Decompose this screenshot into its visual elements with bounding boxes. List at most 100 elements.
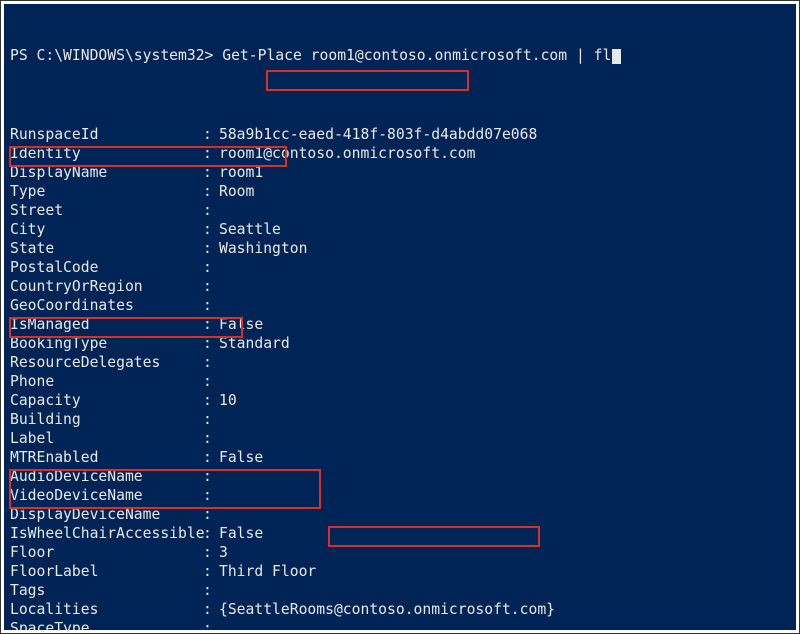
output-row: IsWheelChairAccessible: False: [10, 524, 794, 543]
property-key: Type: [10, 182, 203, 201]
colon: :: [203, 353, 219, 372]
property-value: False: [219, 315, 263, 334]
colon: :: [203, 467, 219, 486]
output-row: Floor: 3: [10, 543, 794, 562]
colon: :: [203, 239, 219, 258]
property-key: State: [10, 239, 203, 258]
property-key: BookingType: [10, 334, 203, 353]
colon: :: [203, 543, 219, 562]
property-key: City: [10, 220, 203, 239]
colon: :: [203, 486, 219, 505]
property-key: DisplayName: [10, 163, 203, 182]
property-key: CountryOrRegion: [10, 277, 203, 296]
colon: :: [203, 429, 219, 448]
colon: :: [203, 372, 219, 391]
highlight-box: [266, 70, 469, 91]
property-value: Standard: [219, 334, 290, 353]
property-key: DisplayDeviceName: [10, 505, 203, 524]
property-key: Building: [10, 410, 203, 429]
property-value: Room: [219, 182, 254, 201]
property-key: MTREnabled: [10, 448, 203, 467]
prompt-command: Get-Place room1@contoso.onmicrosoft.com …: [222, 47, 611, 64]
output-row: Street:: [10, 201, 794, 220]
property-value: room1: [219, 163, 263, 182]
colon: :: [203, 163, 219, 182]
property-value: {SeattleRooms@contoso.onmicrosoft.com}: [219, 600, 555, 619]
property-key: AudioDeviceName: [10, 467, 203, 486]
property-key: Phone: [10, 372, 203, 391]
property-key: Capacity: [10, 391, 203, 410]
colon: :: [203, 182, 219, 201]
output-row: DisplayName: room1: [10, 163, 794, 182]
output-row: Tags:: [10, 581, 794, 600]
colon: :: [203, 410, 219, 429]
colon: :: [203, 125, 219, 144]
output-row: Phone:: [10, 372, 794, 391]
output-row: State: Washington: [10, 239, 794, 258]
colon: :: [203, 600, 219, 619]
colon: :: [203, 144, 219, 163]
prompt-prefix: PS C:\WINDOWS\system32>: [10, 47, 222, 64]
output-row: AudioDeviceName:: [10, 467, 794, 486]
output-row: VideoDeviceName:: [10, 486, 794, 505]
window-frame: PS C:\WINDOWS\system32> Get-Place room1@…: [0, 0, 800, 634]
output-row: Building:: [10, 410, 794, 429]
property-value: False: [219, 448, 263, 467]
property-value: 58a9b1cc-eaed-418f-803f-d4abdd07e068: [219, 125, 537, 144]
property-key: VideoDeviceName: [10, 486, 203, 505]
colon: :: [203, 562, 219, 581]
output-row: RunspaceId: 58a9b1cc-eaed-418f-803f-d4ab…: [10, 125, 794, 144]
output-row: Identity: room1@contoso.onmicrosoft.com: [10, 144, 794, 163]
output-row: PostalCode:: [10, 258, 794, 277]
property-key: Label: [10, 429, 203, 448]
property-key: GeoCoordinates: [10, 296, 203, 315]
output-row: MTREnabled: False: [10, 448, 794, 467]
property-value: room1@contoso.onmicrosoft.com: [219, 144, 475, 163]
cursor: [612, 49, 621, 64]
prompt-line: PS C:\WINDOWS\system32> Get-Place room1@…: [10, 46, 794, 65]
colon: :: [203, 258, 219, 277]
output-row: GeoCoordinates:: [10, 296, 794, 315]
property-value: Washington: [219, 239, 307, 258]
property-key: RunspaceId: [10, 125, 203, 144]
property-value: Seattle: [219, 220, 281, 239]
colon: :: [203, 524, 219, 543]
output-row: SpaceType:: [10, 619, 794, 630]
output-row: City: Seattle: [10, 220, 794, 239]
output-row: DisplayDeviceName:: [10, 505, 794, 524]
colon: :: [203, 391, 219, 410]
property-key: SpaceType: [10, 619, 203, 630]
output-row: ResourceDelegates:: [10, 353, 794, 372]
property-value: 3: [219, 543, 228, 562]
colon: :: [203, 201, 219, 220]
property-value: Third Floor: [219, 562, 316, 581]
colon: :: [203, 505, 219, 524]
property-key: Identity: [10, 144, 203, 163]
property-key: Tags: [10, 581, 203, 600]
output-row: BookingType: Standard: [10, 334, 794, 353]
property-key: ResourceDelegates: [10, 353, 203, 372]
powershell-terminal[interactable]: PS C:\WINDOWS\system32> Get-Place room1@…: [4, 4, 796, 630]
output-row: CountryOrRegion:: [10, 277, 794, 296]
property-key: PostalCode: [10, 258, 203, 277]
property-value: 10: [219, 391, 237, 410]
colon: :: [203, 334, 219, 353]
property-key: FloorLabel: [10, 562, 203, 581]
colon: :: [203, 315, 219, 334]
output-row: Localities: {SeattleRooms@contoso.onmicr…: [10, 600, 794, 619]
output-list: RunspaceId: 58a9b1cc-eaed-418f-803f-d4ab…: [10, 125, 794, 630]
property-key: IsManaged: [10, 315, 203, 334]
colon: :: [203, 619, 219, 630]
colon: :: [203, 277, 219, 296]
property-value: False: [219, 524, 263, 543]
output-row: Capacity: 10: [10, 391, 794, 410]
property-key: Floor: [10, 543, 203, 562]
output-row: Label:: [10, 429, 794, 448]
colon: :: [203, 581, 219, 600]
output-row: FloorLabel: Third Floor: [10, 562, 794, 581]
colon: :: [203, 220, 219, 239]
output-row: Type: Room: [10, 182, 794, 201]
colon: :: [203, 448, 219, 467]
colon: :: [203, 296, 219, 315]
property-key: Localities: [10, 600, 203, 619]
